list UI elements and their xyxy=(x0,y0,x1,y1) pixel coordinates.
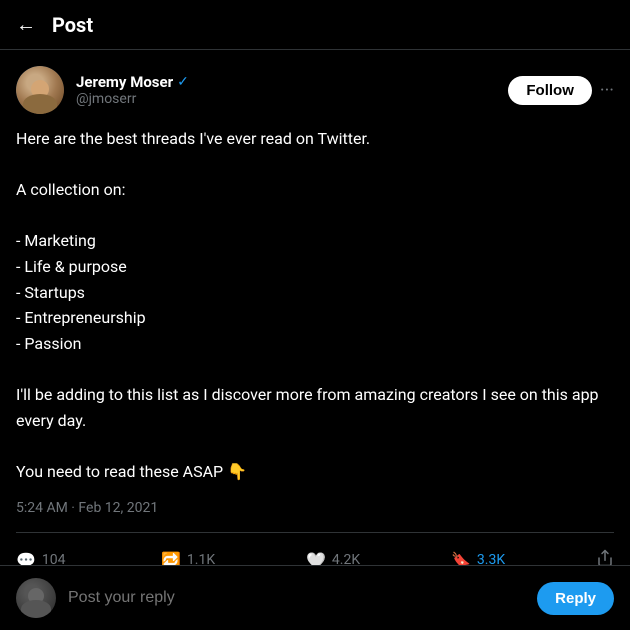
likes-stat[interactable]: 🤍 4.2K xyxy=(306,551,451,565)
share-button[interactable] xyxy=(596,549,614,565)
user-name-row: Jeremy Moser ✓ xyxy=(76,73,189,91)
bookmark-icon: 🔖 xyxy=(451,551,471,565)
follow-button[interactable]: Follow xyxy=(508,76,592,105)
reply-button[interactable]: Reply xyxy=(537,582,614,615)
comments-count: 104 xyxy=(42,552,66,565)
avatar[interactable] xyxy=(16,66,64,114)
retweets-stat[interactable]: 🔁 1.1K xyxy=(161,551,306,565)
reply-avatar xyxy=(16,578,56,618)
retweets-count: 1.1K xyxy=(187,552,215,565)
back-button[interactable]: ← xyxy=(16,12,36,37)
stats-row: 💬 104 🔁 1.1K 🤍 4.2K 🔖 3.3K xyxy=(16,549,614,565)
post-content: Jeremy Moser ✓ @jmoserr Follow ··· Here … xyxy=(0,50,630,565)
bookmarks-count: 3.3K xyxy=(477,552,505,565)
user-handle[interactable]: @jmoserr xyxy=(76,91,189,107)
user-info: Jeremy Moser ✓ @jmoserr xyxy=(76,73,189,107)
header: ← Post xyxy=(0,0,630,50)
comment-icon: 💬 xyxy=(16,551,36,565)
tweet-text: Here are the best threads I've ever read… xyxy=(16,126,614,484)
retweet-icon: 🔁 xyxy=(161,551,181,565)
heart-icon: 🤍 xyxy=(306,551,326,565)
bookmarks-stat[interactable]: 🔖 3.3K xyxy=(451,551,596,565)
user-row: Jeremy Moser ✓ @jmoserr Follow ··· xyxy=(16,66,614,114)
reply-row: Reply xyxy=(0,565,630,630)
page-title: Post xyxy=(52,13,93,37)
comments-stat[interactable]: 💬 104 xyxy=(16,551,161,565)
tweet-timestamp: 5:24 AM · Feb 12, 2021 xyxy=(16,500,614,533)
reply-input[interactable] xyxy=(68,589,525,607)
more-options-icon[interactable]: ··· xyxy=(600,80,614,101)
user-left: Jeremy Moser ✓ @jmoserr xyxy=(16,66,189,114)
user-name[interactable]: Jeremy Moser xyxy=(76,73,173,91)
verified-icon: ✓ xyxy=(177,74,189,90)
user-right: Follow ··· xyxy=(508,76,614,105)
likes-count: 4.2K xyxy=(332,552,360,565)
